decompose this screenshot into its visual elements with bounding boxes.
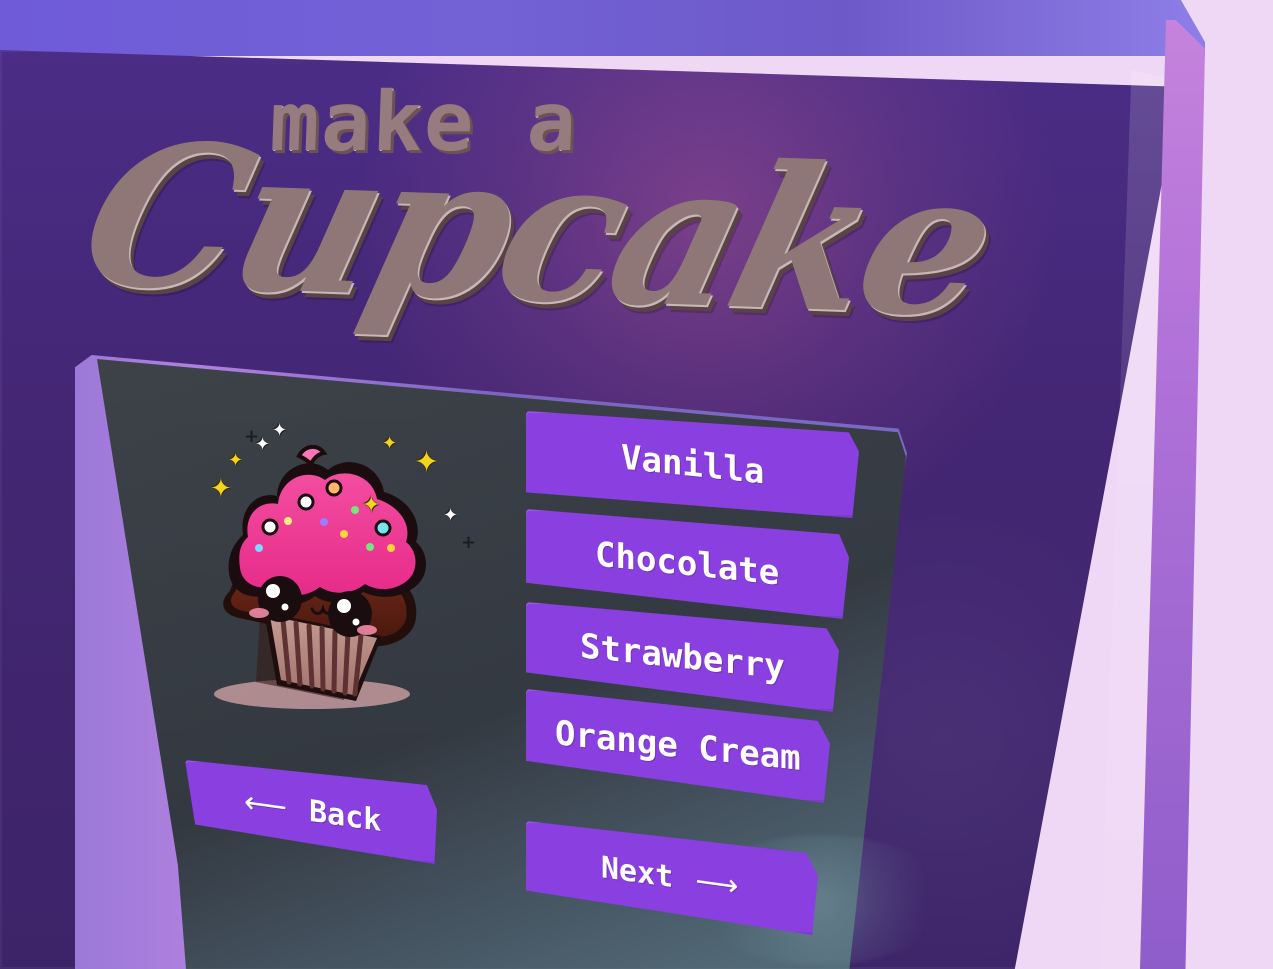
sparkle-icon: ✦ [210,474,232,504]
plus-sparkle-icon: + [244,426,260,447]
scene: make a Cupcake ✦ ✦ ✦ ✦ ✦ ✦ ✦ ✦ + + Vanil… [0,0,1273,969]
strawberry-label: Strawberry [580,626,785,688]
back-label: Back [309,793,382,839]
sparkle-icon: ✦ [382,433,398,454]
sparkle-icon: ✦ [272,420,288,441]
orange-cream-label: Orange Cream [555,713,801,779]
sparkle-icon: ✦ [414,445,440,480]
kiosk-top-rim [0,0,1205,56]
plus-sparkle-icon: + [461,532,477,553]
back-arrow-icon: ⟵ [244,784,288,826]
sparkle-icon: ✦ [443,505,459,526]
cupcake-illustration: ✦ ✦ ✦ ✦ ✦ ✦ ✦ ✦ + + [196,418,476,728]
title-large: Cupcake [62,100,1013,362]
selection-board: ✦ ✦ ✦ ✦ ✦ ✦ ✦ ✦ + + Vanilla Chocolate St… [75,355,950,969]
sparkle-icon: ✦ [228,450,244,471]
title-group: make a Cupcake [62,75,1012,361]
back-label-group: ⟵ Back [240,784,382,839]
sparkle-icon: ✦ [362,493,381,518]
kiosk-panel: make a Cupcake ✦ ✦ ✦ ✦ ✦ ✦ ✦ ✦ + + Vanil… [0,0,1273,969]
next-arrow-icon: ⟶ [695,863,739,905]
next-label-group: Next ⟶ [601,850,742,905]
chocolate-label: Chocolate [595,534,780,594]
next-label: Next [601,850,674,896]
vanilla-label: Vanilla [620,436,765,493]
